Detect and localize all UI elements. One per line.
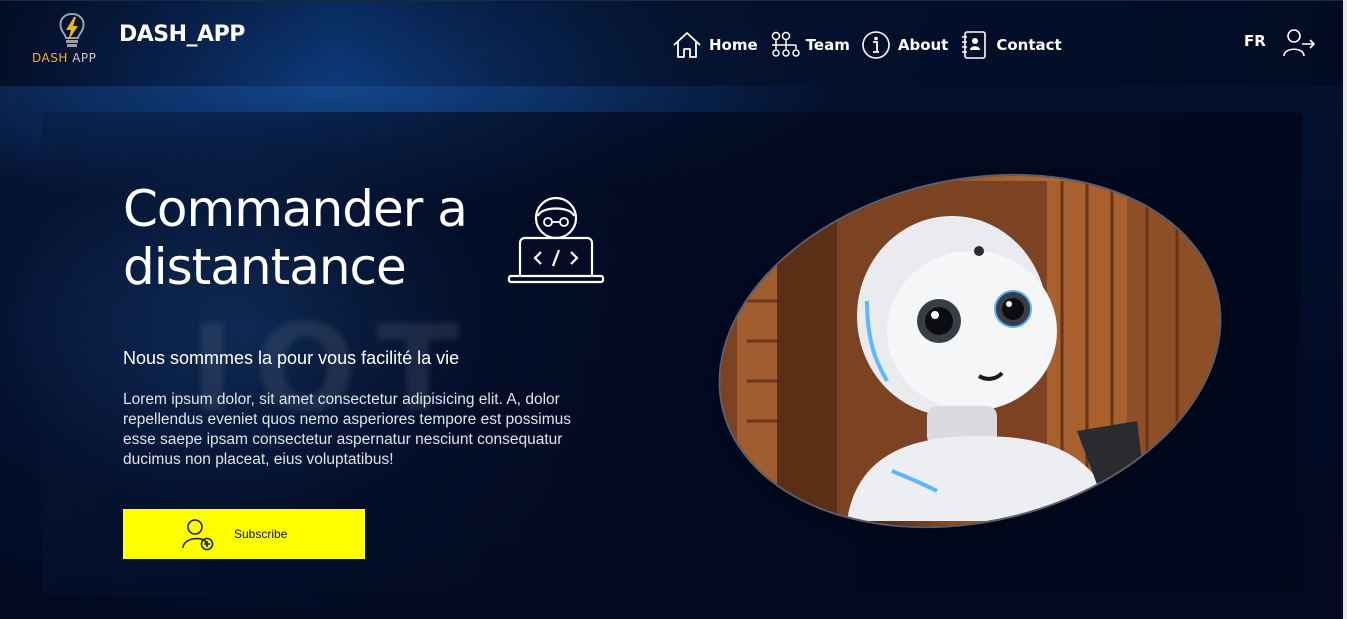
subscribe-button[interactable]: Subscribe (123, 509, 365, 559)
nav-about-label: About (897, 36, 949, 54)
nav-home-label: Home (709, 36, 758, 54)
hero-title-line2: distantance (123, 238, 407, 296)
logout-icon[interactable] (1282, 28, 1316, 58)
add-user-icon (182, 519, 214, 551)
nav-contact-label: Contact (996, 36, 1062, 54)
header: DASH APP DASH_APP Home Team About Contac… (0, 0, 1343, 86)
hero-subtitle: Nous sommmes la pour vous facilité la vi… (123, 348, 460, 368)
info-icon (862, 31, 890, 59)
robot-illustration (717, 181, 1223, 521)
logo[interactable]: DASH APP (30, 11, 112, 67)
hero-title: Commander a distantance (123, 180, 483, 296)
page: DASH APP DASH_APP Home Team About Contac… (0, 0, 1343, 619)
contact-book-icon (962, 31, 987, 59)
hero-title-line1: Commander a (123, 180, 468, 238)
coder-laptop-icon (507, 196, 605, 284)
nav-home[interactable]: Home (671, 29, 758, 61)
nav-team[interactable]: Team (768, 29, 850, 61)
subscribe-label: Subscribe (234, 527, 288, 541)
language-switch[interactable]: FR (1244, 32, 1266, 50)
nav-about[interactable]: About (860, 29, 949, 61)
logo-sub: APP (72, 51, 97, 65)
team-network-icon (771, 31, 800, 57)
scrollbar[interactable] (1343, 0, 1347, 619)
nav-contact[interactable]: Contact (958, 29, 1062, 61)
app-title[interactable]: DASH_APP (119, 22, 245, 47)
nav-team-label: Team (805, 36, 850, 54)
home-icon (673, 32, 701, 58)
lightning-bulb-icon (59, 12, 85, 47)
logo-main: DASH (32, 51, 68, 65)
hero-paragraph: Lorem ipsum dolor, sit amet consectetur … (123, 391, 572, 468)
logo-text: DASH APP (32, 51, 96, 65)
main-nav: Home Team About Contact (671, 29, 1072, 61)
